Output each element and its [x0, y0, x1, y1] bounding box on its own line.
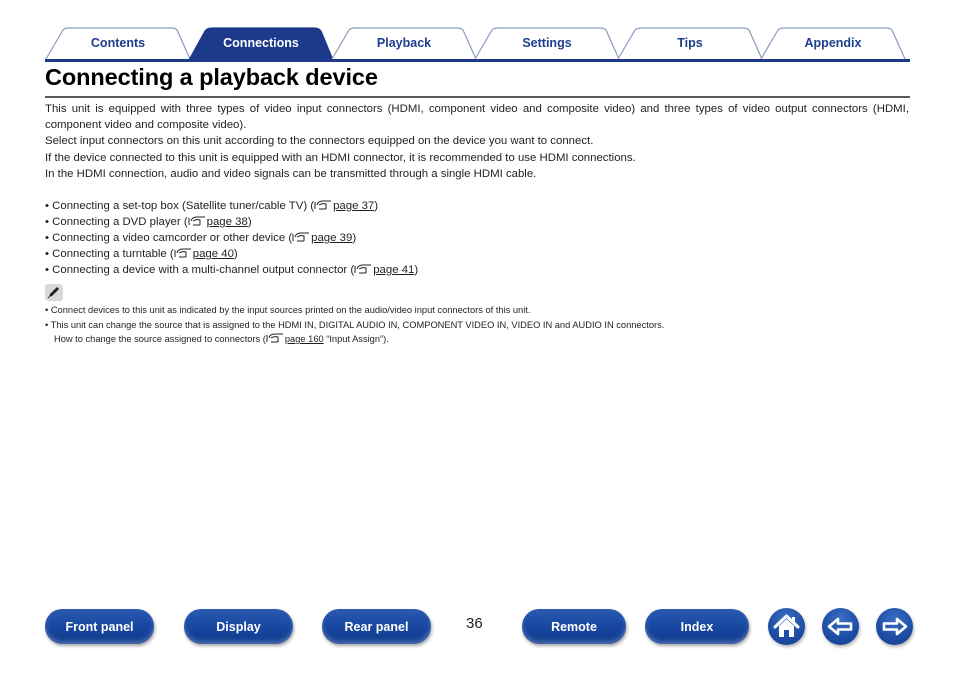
- tab-label: Tips: [677, 36, 703, 50]
- page-160-link[interactable]: page 160: [285, 334, 324, 344]
- title-divider: [45, 96, 910, 98]
- list-item: • Connecting a device with a multi-chann…: [45, 262, 909, 278]
- tab-label: Appendix: [804, 36, 862, 50]
- page-reference-icon: [354, 263, 372, 274]
- tab-playback[interactable]: Playback: [331, 27, 477, 60]
- remote-button[interactable]: Remote: [522, 609, 626, 644]
- list-item-suffix: ): [374, 200, 379, 212]
- list-item-text: • Connecting a turntable (: [45, 248, 174, 260]
- tab-settings[interactable]: Settings: [474, 27, 620, 60]
- tab-label: Contents: [90, 36, 146, 50]
- page-title: Connecting a playback device: [45, 64, 378, 90]
- back-arrow-icon: [827, 617, 853, 636]
- page-38-link[interactable]: page 38: [207, 216, 248, 228]
- tab-appendix[interactable]: Appendix: [760, 27, 906, 60]
- tab-contents[interactable]: Contents: [45, 27, 191, 60]
- page-number: 36: [466, 615, 483, 632]
- page-reference-icon: [188, 215, 206, 226]
- tab-tips[interactable]: Tips: [617, 27, 763, 60]
- page-37-link[interactable]: page 37: [333, 200, 374, 212]
- index-button[interactable]: Index: [645, 609, 749, 644]
- list-item: • Connecting a video camcorder or other …: [45, 230, 909, 246]
- home-icon: [773, 614, 800, 637]
- page-reference-icon: [174, 247, 192, 258]
- list-item: • Connecting a turntable ( page 40): [45, 246, 909, 262]
- note-text: “Input Assign”).: [323, 334, 389, 345]
- list-item-suffix: ): [414, 264, 419, 276]
- intro-paragraph: In the HDMI connection, audio and video …: [45, 167, 537, 180]
- page-41-link[interactable]: page 41: [373, 264, 414, 276]
- list-item-text: • Connecting a video camcorder or other …: [45, 232, 293, 244]
- intro-paragraph: This unit is equipped with three types o…: [45, 103, 909, 132]
- list-item-suffix: ): [233, 248, 238, 260]
- tab-label: Settings: [522, 36, 572, 50]
- list-item-suffix: ): [247, 216, 252, 228]
- page-reference-icon: [292, 231, 310, 242]
- page-39-link[interactable]: page 39: [311, 232, 352, 244]
- pencil-icon: [45, 284, 63, 301]
- list-item: • Connecting a set-top box (Satellite tu…: [45, 198, 909, 214]
- tab-underline: [45, 59, 910, 62]
- front-panel-button[interactable]: Front panel: [45, 609, 154, 644]
- page-40-link[interactable]: page 40: [193, 248, 234, 260]
- page-reference-icon: [266, 333, 284, 343]
- intro-paragraph: If the device connected to this unit is …: [45, 151, 636, 164]
- connection-link-list: • Connecting a set-top box (Satellite tu…: [45, 198, 909, 278]
- forward-button[interactable]: [876, 608, 913, 645]
- rear-panel-button[interactable]: Rear panel: [322, 609, 431, 644]
- list-item-text: • Connecting a set-top box (Satellite tu…: [45, 200, 315, 212]
- home-button[interactable]: [768, 608, 805, 645]
- page-reference-icon: [314, 199, 332, 210]
- tab-label: Connections: [223, 36, 299, 50]
- intro-text: This unit is equipped with three types o…: [45, 101, 909, 182]
- note-item: • This unit can change the source that i…: [45, 319, 665, 330]
- note-continuation: How to change the source assigned to con…: [45, 332, 909, 347]
- display-button[interactable]: Display: [184, 609, 293, 644]
- tab-connections[interactable]: Connections: [188, 27, 334, 60]
- note-item: • Connect devices to this unit as indica…: [45, 305, 531, 315]
- intro-paragraph: Select input connectors on this unit acc…: [45, 135, 594, 148]
- forward-arrow-icon: [882, 617, 908, 636]
- tab-bar: Contents Connections Playback Settings T…: [45, 27, 910, 62]
- back-button[interactable]: [822, 608, 859, 645]
- list-item-suffix: ): [352, 232, 357, 244]
- list-item-text: • Connecting a device with a multi-chann…: [45, 264, 355, 276]
- list-item-text: • Connecting a DVD player (: [45, 216, 188, 228]
- notes-list: • Connect devices to this unit as indica…: [45, 303, 909, 347]
- tab-label: Playback: [376, 36, 432, 50]
- note-text: How to change the source assigned to con…: [54, 334, 266, 345]
- list-item: • Connecting a DVD player ( page 38): [45, 214, 909, 230]
